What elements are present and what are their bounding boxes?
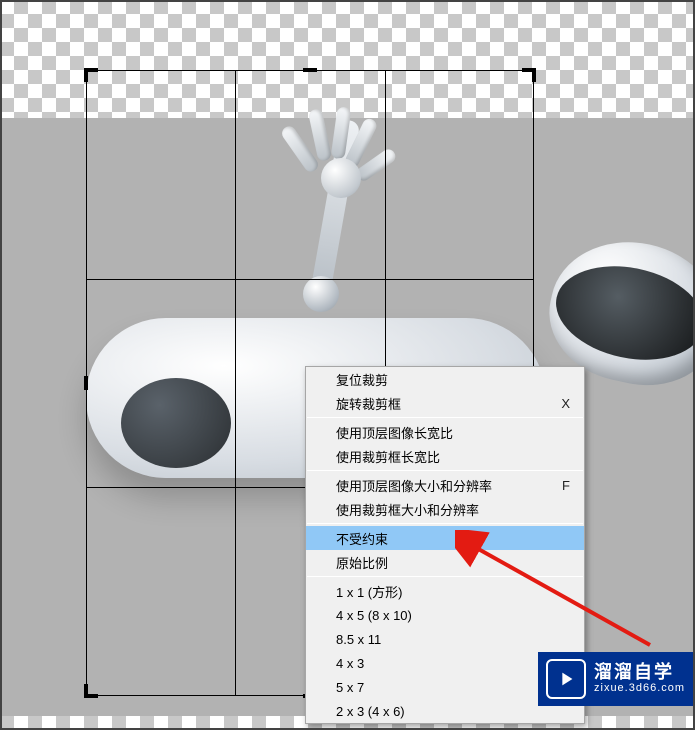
crop-handle-tr[interactable] <box>532 68 536 82</box>
menu-item-label: 使用裁剪框长宽比 <box>336 447 570 466</box>
crop-handle-tl[interactable] <box>84 68 88 82</box>
menu-item-original-ratio[interactable]: 原始比例 <box>306 550 584 574</box>
menu-separator <box>307 417 583 418</box>
menu-item-label: 使用裁剪框大小和分辨率 <box>336 500 570 519</box>
crop-handle-left[interactable] <box>84 376 88 390</box>
menu-item-preset-1x1[interactable]: 1 x 1 (方形) <box>306 579 584 603</box>
crop-handle-bl[interactable] <box>84 684 88 698</box>
menu-item-label: 8.5 x 11 <box>336 632 570 647</box>
watermark-subtitle: zixue.3d66.com <box>594 682 685 695</box>
crop-grid-line <box>235 70 236 696</box>
menu-item-label: 5 x 7 <box>336 680 570 695</box>
crop-grid-line <box>86 279 534 280</box>
menu-item-label: 使用顶层图像大小和分辨率 <box>336 476 546 495</box>
menu-separator <box>307 470 583 471</box>
menu-item-label: 1 x 1 (方形) <box>336 582 570 601</box>
menu-item-label: 4 x 3 <box>336 656 570 671</box>
menu-item-label: 复位裁剪 <box>336 370 570 389</box>
menu-item-label: 不受约束 <box>336 529 570 548</box>
menu-separator <box>307 523 583 524</box>
menu-item-top-layer-ratio[interactable]: 使用顶层图像长宽比 <box>306 420 584 444</box>
menu-item-shortcut: X <box>561 396 570 411</box>
menu-item-label: 原始比例 <box>336 553 570 572</box>
menu-item-crop-ratio[interactable]: 使用裁剪框长宽比 <box>306 444 584 468</box>
watermark-title: 溜溜自学 <box>594 663 685 683</box>
menu-item-label: 旋转裁剪框 <box>336 394 545 413</box>
menu-item-label: 4 x 5 (8 x 10) <box>336 608 570 623</box>
menu-item-rotate-crop[interactable]: 旋转裁剪框 X <box>306 391 584 415</box>
menu-item-unconstrained[interactable]: 不受约束 <box>306 526 584 550</box>
menu-item-top-layer-size-res[interactable]: 使用顶层图像大小和分辨率 F <box>306 473 584 497</box>
menu-item-label: 2 x 3 (4 x 6) <box>336 704 570 719</box>
menu-item-label: 使用顶层图像长宽比 <box>336 423 570 442</box>
menu-item-preset-4x5[interactable]: 4 x 5 (8 x 10) <box>306 603 584 627</box>
menu-item-preset-85x11[interactable]: 8.5 x 11 <box>306 627 584 651</box>
menu-item-crop-size-res[interactable]: 使用裁剪框大小和分辨率 <box>306 497 584 521</box>
menu-separator <box>307 576 583 577</box>
crop-handle-top[interactable] <box>303 68 317 72</box>
watermark-badge: 溜溜自学 zixue.3d66.com <box>538 652 693 706</box>
menu-item-reset-crop[interactable]: 复位裁剪 <box>306 367 584 391</box>
menu-item-shortcut: F <box>562 478 570 493</box>
play-icon <box>546 659 586 699</box>
